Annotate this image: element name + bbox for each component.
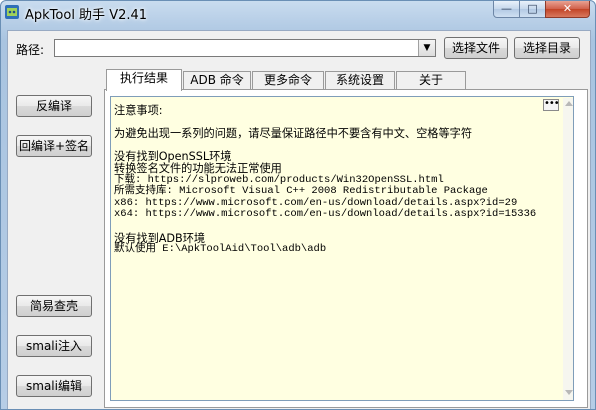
- smali-inject-button[interactable]: smali注入: [16, 335, 92, 357]
- log-spacer: [114, 221, 554, 233]
- log-line: 注意事项:: [114, 104, 163, 117]
- minimize-button[interactable]: —: [493, 1, 520, 18]
- close-button[interactable]: ✕: [545, 1, 590, 18]
- tab-exec-result[interactable]: 执行结果: [106, 69, 182, 91]
- path-dropdown-button[interactable]: ▼: [418, 40, 435, 56]
- tab-about[interactable]: 关于: [396, 71, 466, 89]
- app-window: ApkTool 助手 V2.41 — □ ✕ 路径: ▼ 选择文件 选择目录 反…: [0, 0, 596, 410]
- tab-adb-commands[interactable]: ADB 命令: [183, 71, 251, 89]
- log-line: x64: https://www.microsoft.com/en-us/dow…: [114, 208, 537, 221]
- recompile-sign-button[interactable]: 回编译+签名: [16, 135, 92, 157]
- scroll-down-icon[interactable]: [565, 390, 573, 395]
- select-file-button[interactable]: 选择文件: [444, 37, 508, 59]
- ellipsis-icon: •••: [544, 98, 560, 109]
- vertical-scrollbar[interactable]: [563, 98, 573, 400]
- smali-edit-button[interactable]: smali编辑: [16, 375, 92, 397]
- scroll-up-icon[interactable]: [565, 101, 573, 106]
- exec-result-panel: 注意事项: 为避免出现一系列的问题，请尽量保证路径中不要含有中文、空格等字符 没…: [104, 89, 588, 408]
- log-line: 所需支持库: Microsoft Visual C++ 2008 Redistr…: [114, 185, 488, 198]
- log-text: 注意事项: 为避免出现一系列的问题，请尽量保证路径中不要含有中文、空格等字符 没…: [114, 105, 554, 256]
- select-dir-button[interactable]: 选择目录: [514, 37, 580, 59]
- log-line: 转换签名文件的功能无法正常使用: [114, 161, 282, 175]
- tab-system-settings[interactable]: 系统设置: [325, 71, 395, 89]
- window-title: ApkTool 助手 V2.41: [25, 8, 148, 23]
- easy-shell-check-button[interactable]: 简易查壳: [16, 295, 92, 317]
- more-options-button[interactable]: •••: [543, 98, 560, 111]
- log-output[interactable]: 注意事项: 为避免出现一系列的问题，请尽量保证路径中不要含有中文、空格等字符 没…: [110, 96, 574, 401]
- tab-more-commands[interactable]: 更多命令: [252, 71, 324, 89]
- maximize-button[interactable]: □: [519, 1, 546, 18]
- chevron-down-icon: ▼: [423, 43, 431, 53]
- main-panel: 路径: ▼ 选择文件 选择目录 反编译 回编译+签名 简易查壳 smali注入 …: [7, 30, 591, 409]
- path-label: 路径:: [16, 43, 45, 57]
- title-bar[interactable]: ApkTool 助手 V2.41 — □ ✕: [1, 1, 595, 23]
- app-icon: [5, 5, 19, 19]
- path-combobox[interactable]: [54, 39, 436, 57]
- log-line: 为避免出现一系列的问题，请尽量保证路径中不要含有中文、空格等字符: [114, 127, 473, 141]
- decompile-button[interactable]: 反编译: [16, 95, 92, 117]
- log-line: 默认使用 E:\ApkToolAid\Tool\adb\adb: [114, 243, 327, 256]
